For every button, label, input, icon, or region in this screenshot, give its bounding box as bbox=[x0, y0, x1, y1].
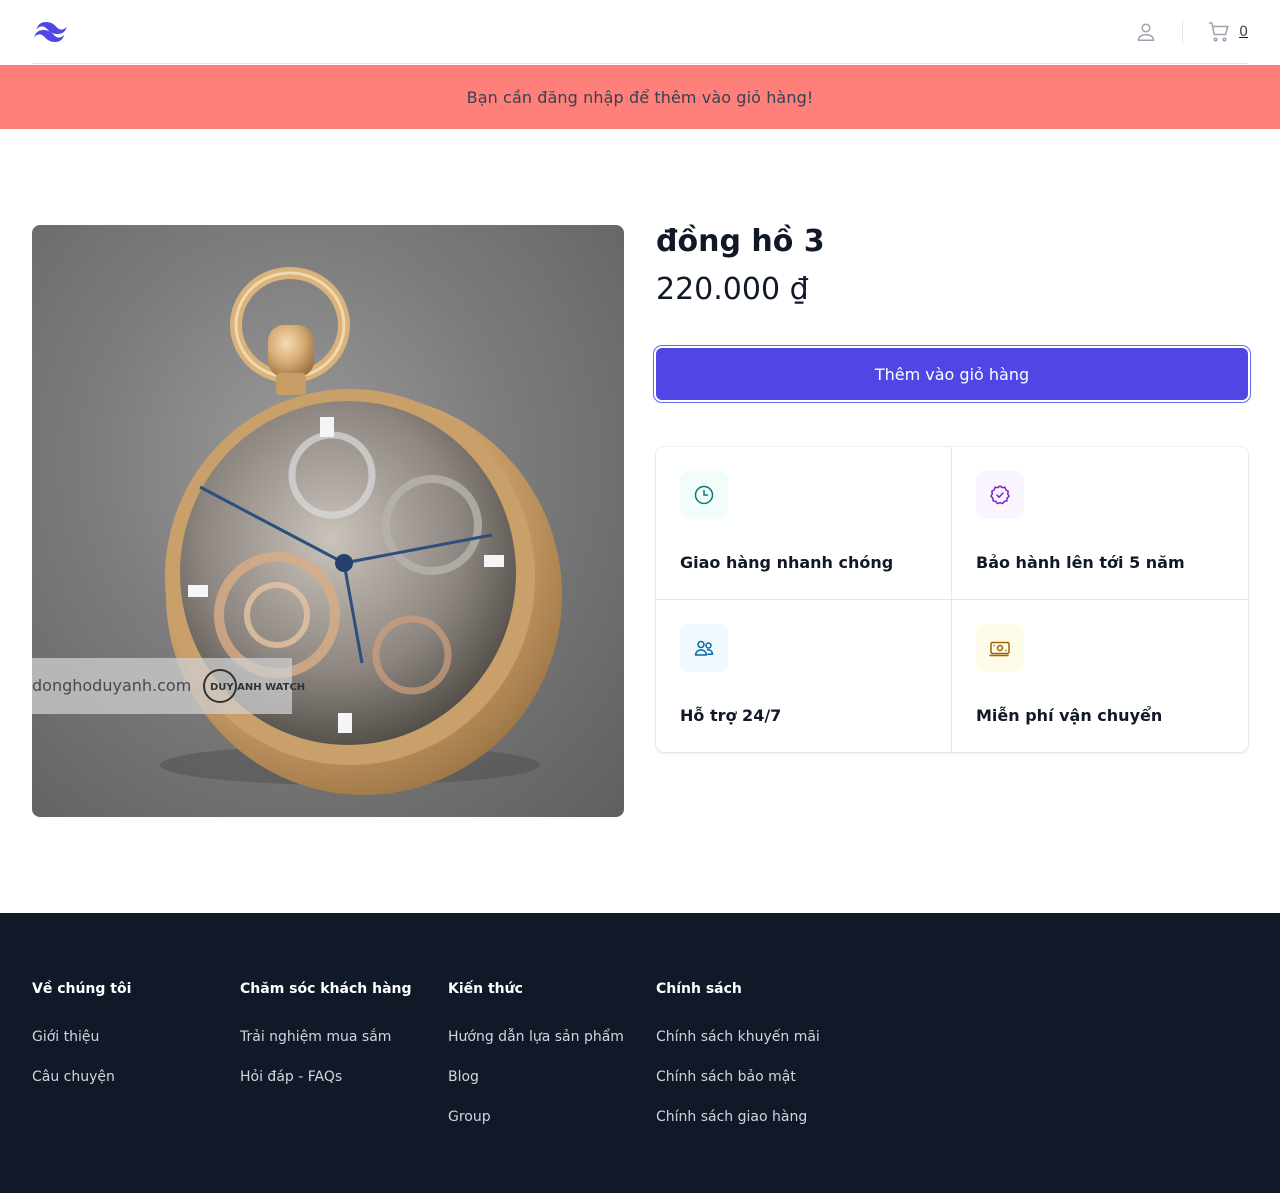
badge-check-icon bbox=[976, 471, 1024, 519]
feature-label: Miễn phí vận chuyển bbox=[976, 705, 1163, 725]
footer-heading: Về chúng tôi bbox=[32, 981, 132, 997]
cash-icon bbox=[976, 623, 1024, 672]
site-footer: Về chúng tôi Giới thiệu Câu chuyện Chăm … bbox=[0, 913, 1280, 1193]
header-actions: 0 bbox=[1134, 0, 1248, 64]
tailwind-logo-icon[interactable] bbox=[32, 19, 70, 45]
feature-label: Hỗ trợ 24/7 bbox=[680, 705, 782, 725]
footer-link[interactable]: Trải nghiệm mua sắm bbox=[240, 1025, 448, 1049]
footer-links: Chính sách khuyến mãi Chính sách bảo mật… bbox=[656, 1025, 864, 1129]
footer-link[interactable]: Câu chuyện bbox=[32, 1065, 240, 1089]
features-grid: Giao hàng nhanh chóng Bảo hành lên tới 5… bbox=[656, 447, 1248, 752]
footer-heading: Kiến thức bbox=[448, 981, 523, 997]
product-title: đồng hồ 3 bbox=[656, 224, 825, 259]
clock-icon bbox=[680, 471, 728, 519]
cart-count: 0 bbox=[1239, 24, 1248, 40]
footer-heading: Chăm sóc khách hàng bbox=[240, 981, 412, 997]
footer-links: Trải nghiệm mua sắm Hỏi đáp - FAQs bbox=[240, 1025, 448, 1089]
feature-label: Bảo hành lên tới 5 năm bbox=[976, 553, 1185, 572]
footer-link[interactable]: Chính sách khuyến mãi bbox=[656, 1025, 864, 1049]
footer-heading: Chính sách bbox=[656, 981, 742, 997]
footer-column-policy: Chính sách Chính sách khuyến mãi Chính s… bbox=[656, 977, 864, 1145]
footer-column-about: Về chúng tôi Giới thiệu Câu chuyện bbox=[32, 977, 240, 1105]
feature-fast-delivery: Giao hàng nhanh chóng bbox=[656, 447, 952, 600]
feature-label: Giao hàng nhanh chóng bbox=[680, 553, 894, 572]
user-icon[interactable] bbox=[1134, 20, 1158, 44]
header-divider bbox=[1182, 20, 1184, 44]
footer-link[interactable]: Chính sách giao hàng bbox=[656, 1105, 864, 1129]
alert-message: Bạn cần đăng nhập để thêm vào giỏ hàng! bbox=[466, 87, 814, 107]
site-header: 0 bbox=[0, 0, 1280, 65]
add-to-cart-button[interactable]: Thêm vào giỏ hàng bbox=[656, 348, 1248, 400]
login-alert: Bạn cần đăng nhập để thêm vào giỏ hàng! bbox=[0, 65, 1280, 129]
product-image: donghoduyanh.com DUY ANH WATCH bbox=[32, 225, 624, 817]
watermark-logo: DUY ANH WATCH bbox=[210, 682, 305, 693]
cart-button[interactable]: 0 bbox=[1207, 20, 1248, 44]
watermark-text: donghoduyanh.com bbox=[32, 676, 191, 695]
footer-link[interactable]: Group bbox=[448, 1105, 656, 1129]
footer-links: Giới thiệu Câu chuyện bbox=[32, 1025, 240, 1089]
header-bar: 0 bbox=[32, 0, 1248, 64]
footer-link[interactable]: Hỏi đáp - FAQs bbox=[240, 1065, 448, 1089]
footer-column-customer-care: Chăm sóc khách hàng Trải nghiệm mua sắm … bbox=[240, 977, 448, 1105]
shopping-cart-icon bbox=[1207, 20, 1231, 44]
footer-links: Hướng dẫn lựa sản phẩm Blog Group bbox=[448, 1025, 656, 1129]
footer-link[interactable]: Chính sách bảo mật bbox=[656, 1065, 864, 1089]
feature-support: Hỗ trợ 24/7 bbox=[656, 599, 952, 752]
product-price: 220.000 ₫ bbox=[656, 272, 809, 307]
footer-link[interactable]: Blog bbox=[448, 1065, 656, 1089]
footer-link[interactable]: Giới thiệu bbox=[32, 1025, 240, 1049]
feature-free-shipping: Miễn phí vận chuyển bbox=[952, 600, 1248, 753]
footer-column-knowledge: Kiến thức Hướng dẫn lựa sản phẩm Blog Gr… bbox=[448, 977, 656, 1145]
feature-warranty: Bảo hành lên tới 5 năm bbox=[952, 447, 1248, 600]
users-icon bbox=[680, 623, 728, 672]
footer-link[interactable]: Hướng dẫn lựa sản phẩm bbox=[448, 1025, 656, 1049]
